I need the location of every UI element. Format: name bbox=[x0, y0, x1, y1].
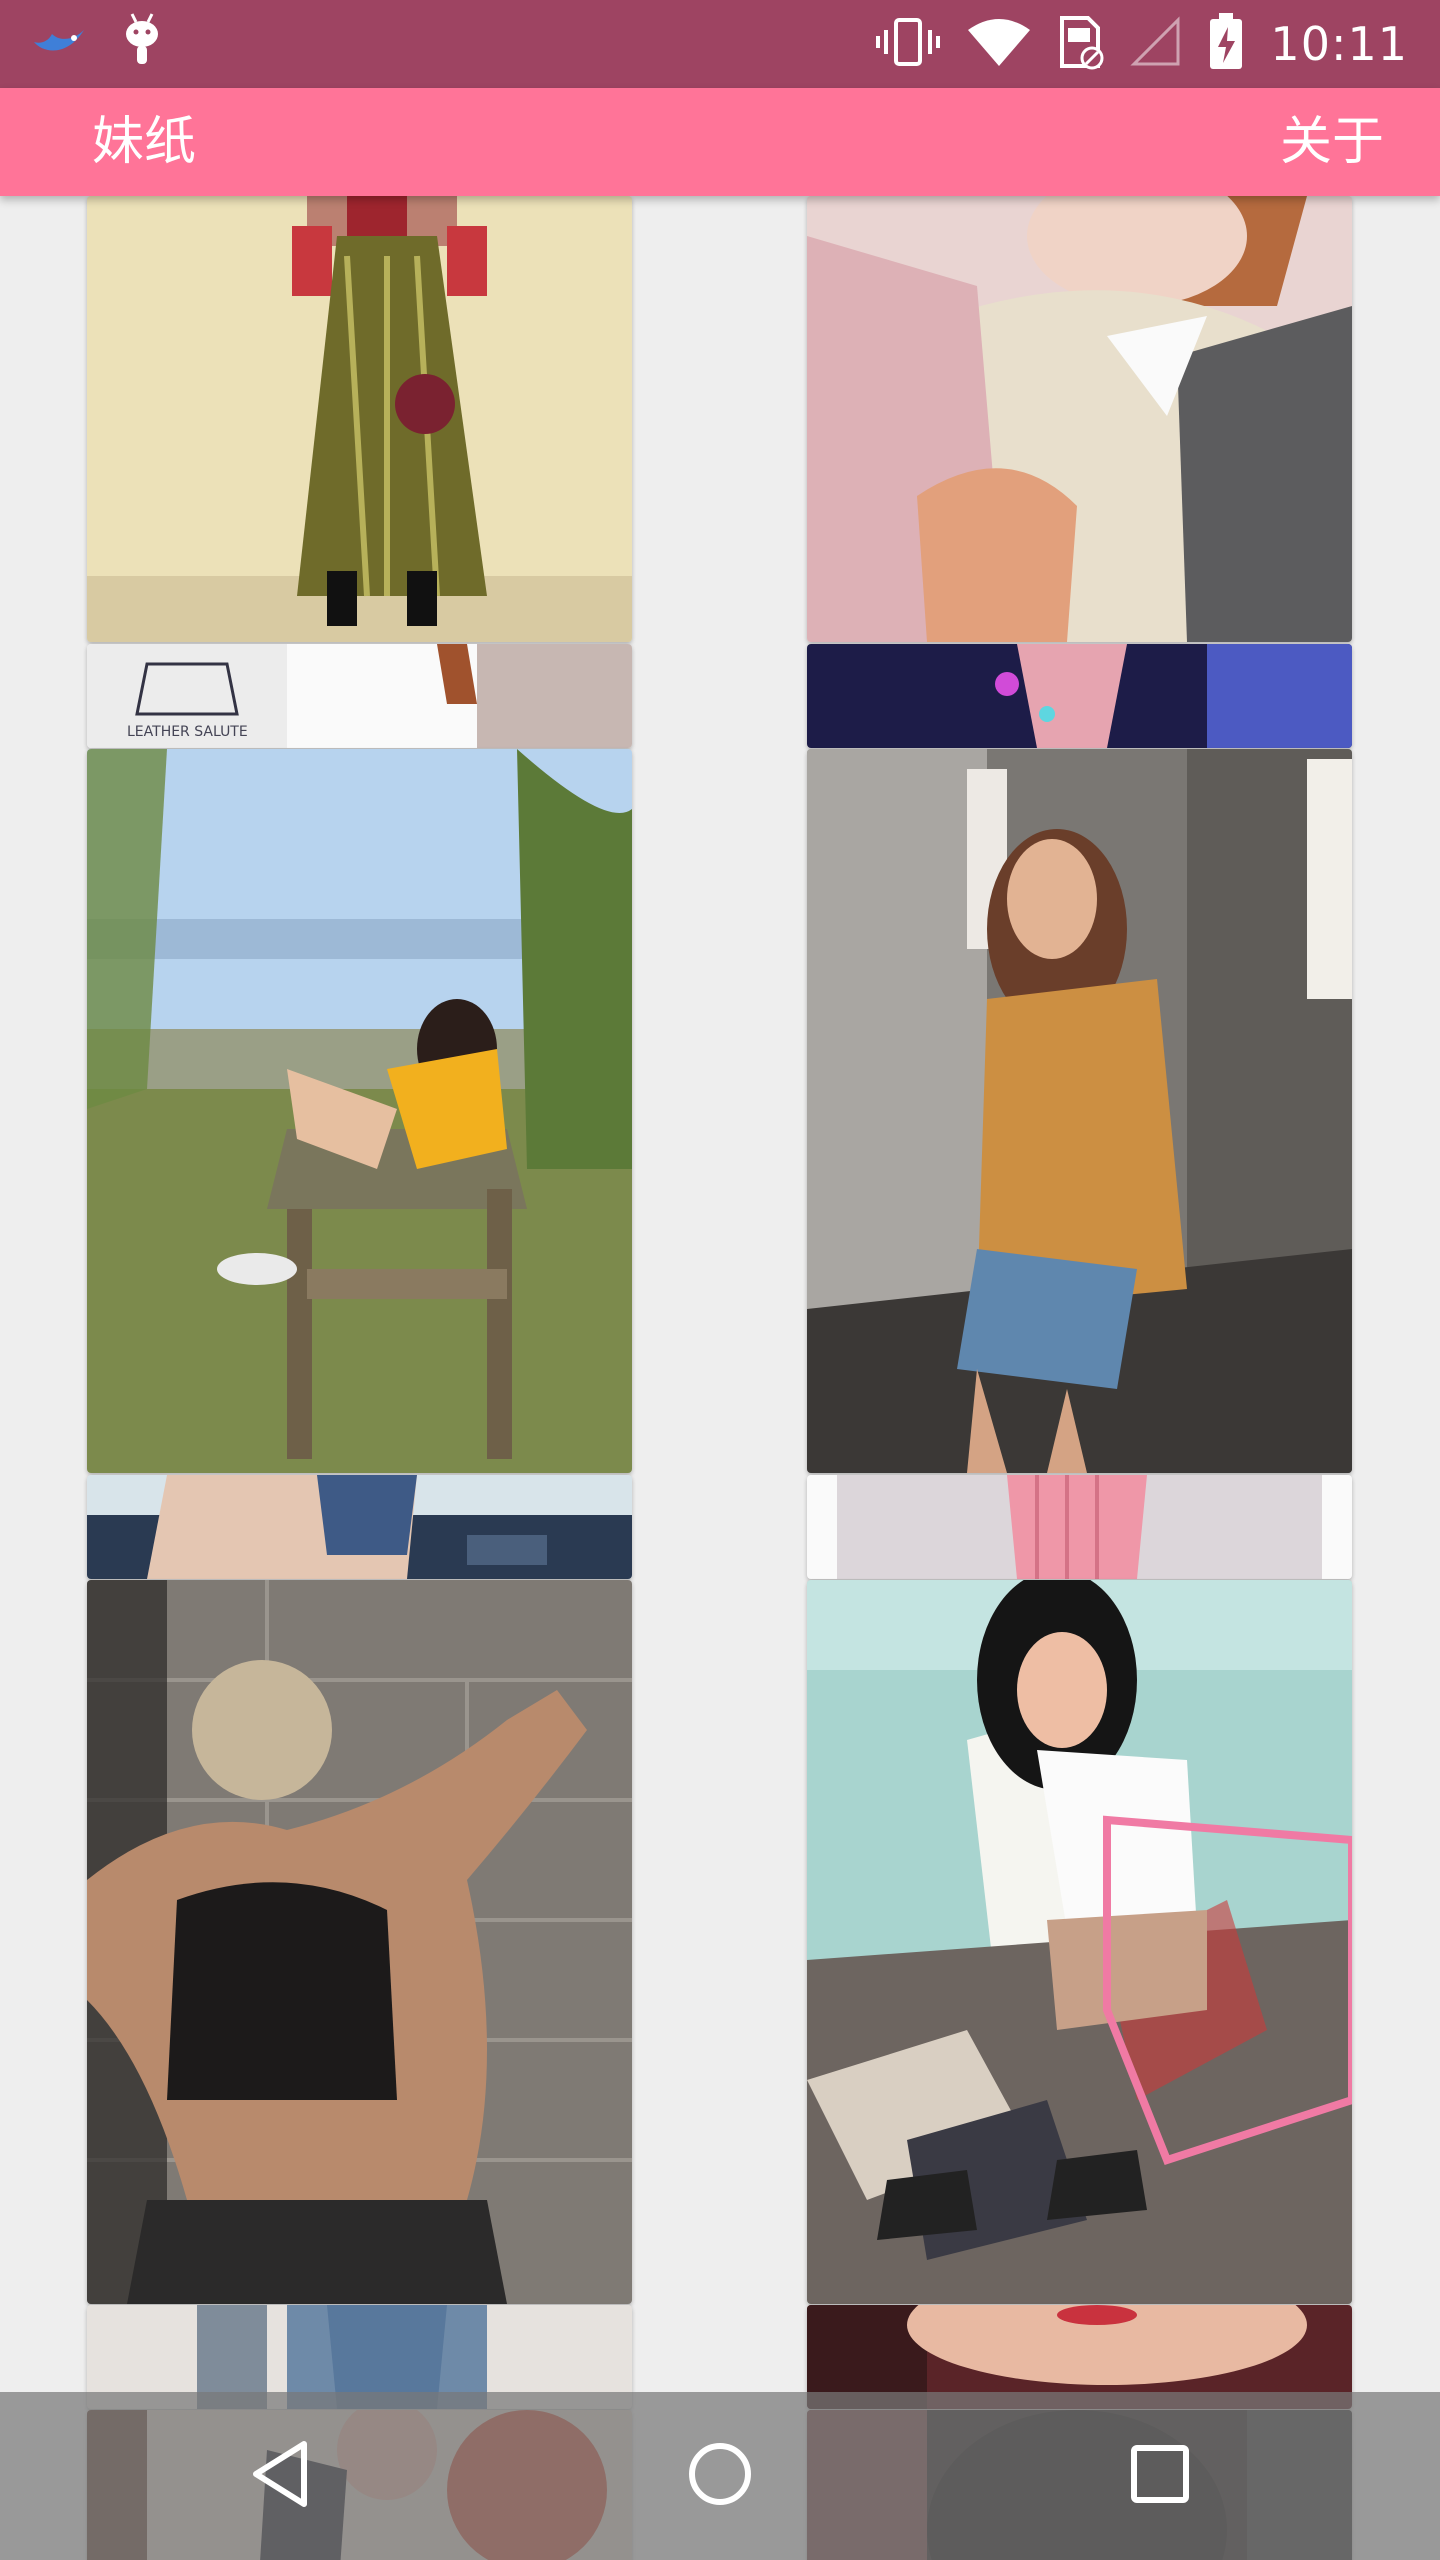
recents-button[interactable] bbox=[1080, 2392, 1240, 2560]
bird-app-icon bbox=[30, 20, 88, 64]
vibrate-icon bbox=[876, 16, 941, 72]
wifi-icon bbox=[966, 16, 1032, 72]
photo-pink-dress[interactable] bbox=[807, 1475, 1352, 1579]
android-debug-icon bbox=[122, 12, 162, 72]
status-right-icons: 10:11 bbox=[876, 0, 1408, 88]
photo-grid[interactable]: LEATHER SALUTE bbox=[0, 196, 1440, 2560]
app-bar: 妹纸 关于 bbox=[0, 88, 1440, 196]
recents-icon bbox=[1130, 2444, 1190, 2508]
photo-car-denim[interactable] bbox=[87, 1475, 632, 1579]
photo-elevator-girl[interactable] bbox=[807, 749, 1352, 1473]
photo-skirt-outfit[interactable] bbox=[87, 196, 632, 642]
photo-back-workout[interactable] bbox=[87, 1580, 632, 2304]
status-time: 10:11 bbox=[1270, 17, 1408, 71]
photo-pink-cardigan[interactable] bbox=[807, 196, 1352, 642]
app-title: 妹纸 bbox=[92, 112, 197, 172]
home-icon bbox=[687, 2441, 753, 2511]
about-button[interactable]: 关于 bbox=[1280, 88, 1384, 196]
signal-icon bbox=[1130, 16, 1182, 72]
sim-no-card-icon bbox=[1058, 14, 1104, 74]
back-button[interactable] bbox=[200, 2392, 360, 2560]
battery-charging-icon bbox=[1208, 13, 1244, 75]
home-button[interactable] bbox=[640, 2392, 800, 2560]
back-icon bbox=[248, 2440, 312, 2512]
photo-neon-lights[interactable] bbox=[807, 644, 1352, 748]
photo-leather-salute-shirt[interactable]: LEATHER SALUTE bbox=[87, 644, 632, 748]
status-left-icons bbox=[30, 12, 162, 72]
status-bar: 10:11 bbox=[0, 0, 1440, 88]
photo-beach-chair-girl[interactable] bbox=[87, 749, 632, 1473]
navigation-bar bbox=[0, 2392, 1440, 2560]
photo-shopping-cart-girl[interactable] bbox=[807, 1580, 1352, 2304]
svg-text:LEATHER SALUTE: LEATHER SALUTE bbox=[127, 724, 248, 740]
